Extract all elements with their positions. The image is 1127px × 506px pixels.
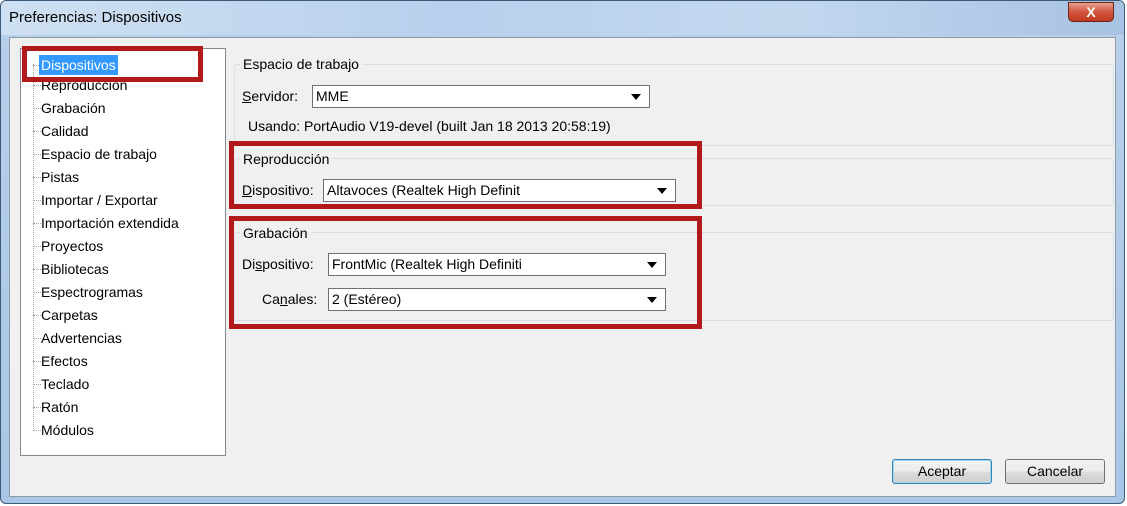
portaudio-info-text: Usando: PortAudio V19-devel (built Jan 1… <box>248 118 611 134</box>
tree-branch <box>33 85 41 86</box>
cancel-button[interactable]: Cancelar <box>1005 459 1105 484</box>
server-value: MME <box>316 88 349 104</box>
tree-item-espacio-de-trabajo[interactable]: Espacio de trabajo <box>41 143 157 165</box>
tree-connector-line <box>33 64 34 431</box>
window-title: Preferencias: Dispositivos <box>9 9 182 26</box>
tree-branch <box>33 154 41 155</box>
tree-item-importacion-extendida[interactable]: Importación extendida <box>41 212 179 234</box>
tree-item-modulos[interactable]: Módulos <box>41 419 94 441</box>
title-bar[interactable]: Preferencias: Dispositivos X <box>1 1 1124 35</box>
tree-branch <box>33 108 41 109</box>
tree-item-teclado[interactable]: Teclado <box>41 373 89 395</box>
tree-branch <box>33 407 41 408</box>
tree-item-carpetas[interactable]: Carpetas <box>41 304 98 326</box>
tree-item-bibliotecas[interactable]: Bibliotecas <box>41 258 109 280</box>
tree-branch <box>33 200 41 201</box>
dialog-client-area: Dispositivos Reproducción Grabación Cali… <box>9 37 1116 497</box>
recording-highlight-box <box>229 216 702 329</box>
tree-branch <box>33 269 41 270</box>
tree-item-raton[interactable]: Ratón <box>41 396 78 418</box>
tree-branch <box>33 246 41 247</box>
chevron-down-icon[interactable] <box>631 94 641 100</box>
tree-branch <box>33 177 41 178</box>
playback-highlight-box <box>229 141 702 209</box>
tree-item-espectrogramas[interactable]: Espectrogramas <box>41 281 143 303</box>
tree-branch <box>33 430 41 431</box>
server-select[interactable]: MME <box>312 85 650 108</box>
tree-item-pistas[interactable]: Pistas <box>41 166 79 188</box>
preferences-window: Preferencias: Dispositivos X Dispositivo… <box>0 0 1125 504</box>
selected-item-highlight-box <box>22 46 203 82</box>
tree-item-grabacion[interactable]: Grabación <box>41 97 106 119</box>
tree-branch <box>33 361 41 362</box>
tree-item-importar-exportar[interactable]: Importar / Exportar <box>41 189 158 211</box>
tree-branch <box>33 223 41 224</box>
server-label: Servidor: <box>242 88 299 104</box>
tree-item-calidad[interactable]: Calidad <box>41 120 88 142</box>
tree-item-proyectos[interactable]: Proyectos <box>41 235 103 257</box>
tree-item-efectos[interactable]: Efectos <box>41 350 88 372</box>
workspace-group-title: Espacio de trabajo <box>240 55 362 73</box>
category-tree[interactable]: Dispositivos Reproducción Grabación Cali… <box>20 48 226 456</box>
tree-branch <box>33 131 41 132</box>
tree-branch <box>33 384 41 385</box>
accept-button[interactable]: Aceptar <box>892 459 992 484</box>
tree-branch <box>33 338 41 339</box>
tree-branch <box>33 315 41 316</box>
tree-branch <box>33 292 41 293</box>
close-button[interactable]: X <box>1068 2 1114 22</box>
tree-item-advertencias[interactable]: Advertencias <box>41 327 122 349</box>
